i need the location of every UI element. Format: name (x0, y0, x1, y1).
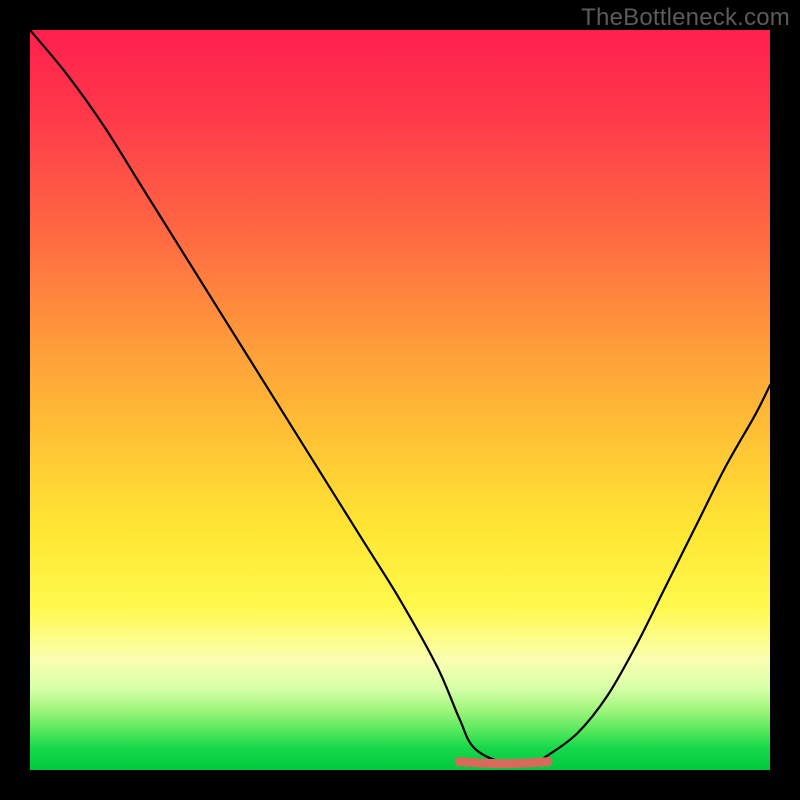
chart-frame: TheBottleneck.com (0, 0, 800, 800)
watermark-text: TheBottleneck.com (581, 4, 790, 32)
curve-layer (30, 30, 770, 770)
bottleneck-curve (30, 30, 770, 764)
plateau-marker (459, 762, 548, 764)
plot-area (30, 30, 770, 770)
